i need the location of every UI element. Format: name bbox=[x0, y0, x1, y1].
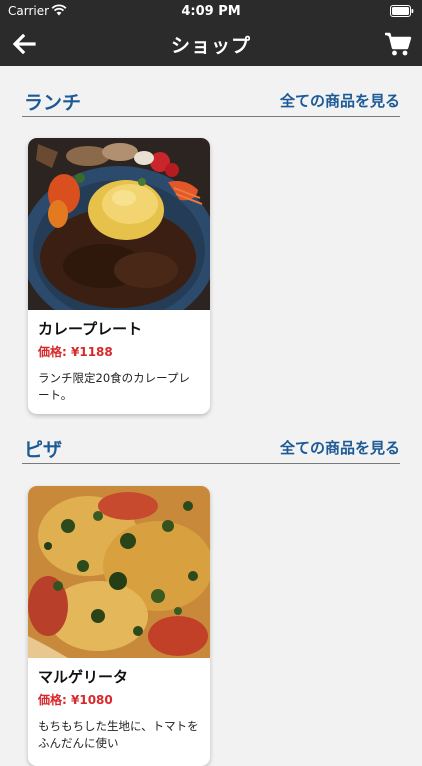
product-name: マルゲリータ bbox=[38, 668, 129, 686]
product-image-curry bbox=[28, 138, 210, 310]
price-label: 価格: bbox=[38, 693, 67, 707]
status-bar: Carrier 4:09 PM bbox=[0, 0, 422, 22]
price-label: 価格: bbox=[38, 345, 67, 359]
product-description: ランチ限定20食のカレープレート。 bbox=[38, 371, 190, 402]
cart-button[interactable] bbox=[384, 31, 412, 57]
page-title: ショップ bbox=[170, 35, 251, 57]
price-value: ¥1080 bbox=[71, 693, 113, 707]
product-image-margherita bbox=[28, 486, 210, 658]
product-card-curry[interactable]: カレープレート 価格: ¥1188 ランチ限定20食のカレープレート。 bbox=[28, 138, 210, 414]
section-title-pizza: ピザ bbox=[24, 439, 63, 461]
navigation-bar: ショップ bbox=[0, 22, 422, 66]
section-title-lunch: ランチ bbox=[24, 92, 82, 114]
product-description: もちもちした生地に、トマトをふんだんに使い bbox=[38, 719, 199, 750]
section-header-pizza: ピザ 全ての商品を見る bbox=[22, 435, 400, 464]
status-time: 4:09 PM bbox=[181, 4, 241, 19]
product-price: 価格: ¥1188 bbox=[38, 343, 210, 360]
product-name: カレープレート bbox=[38, 320, 143, 338]
product-card-margherita[interactable]: マルゲリータ 価格: ¥1080 もちもちした生地に、トマトをふんだんに使い bbox=[28, 486, 210, 766]
product-price: 価格: ¥1080 bbox=[38, 691, 210, 708]
section-header-lunch: ランチ 全ての商品を見る bbox=[22, 88, 400, 117]
cart-icon bbox=[385, 32, 412, 56]
see-all-link-pizza[interactable]: 全ての商品を見る bbox=[280, 437, 400, 458]
price-value: ¥1188 bbox=[71, 345, 113, 359]
battery-icon bbox=[390, 5, 414, 17]
see-all-link-lunch[interactable]: 全ての商品を見る bbox=[280, 90, 400, 111]
